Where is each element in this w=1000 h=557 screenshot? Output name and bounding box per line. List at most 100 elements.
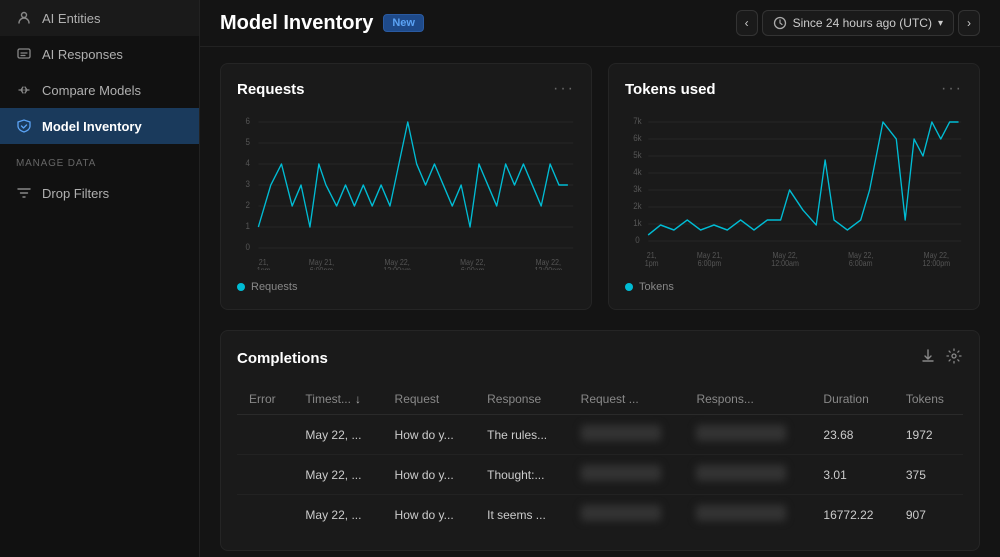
cell-tokens-1: 375: [894, 455, 963, 495]
svg-text:0: 0: [635, 235, 640, 246]
table-row: May 22, ... How do y... The rules... 23.…: [237, 415, 963, 455]
cell-timestamp-1: May 22, ...: [293, 455, 382, 495]
cell-duration-0: 23.68: [811, 415, 893, 455]
sort-arrow-icon: ↓: [355, 392, 361, 406]
sidebar-item-label: Model Inventory: [42, 119, 142, 134]
sidebar-item-label: Drop Filters: [42, 186, 109, 201]
time-selector[interactable]: Since 24 hours ago (UTC) ▾: [762, 10, 954, 36]
cell-response-1: Thought:...: [475, 455, 569, 495]
requests-chart-svg: 6 5 4 3 2 1 0: [237, 110, 575, 270]
new-badge: New: [383, 14, 424, 32]
sidebar-item-label: AI Entities: [42, 11, 101, 26]
sidebar-item-compare-models[interactable]: Compare Models: [0, 72, 199, 108]
svg-text:0: 0: [245, 242, 250, 253]
page-title: Model Inventory: [220, 12, 373, 35]
svg-text:7k: 7k: [633, 116, 642, 127]
tokens-chart-svg: 7k 6k 5k 4k 3k 2k 1k 0: [625, 110, 963, 270]
tokens-chart-title: Tokens used: [625, 81, 716, 98]
requests-chart-legend: Requests: [237, 281, 575, 293]
tokens-chart-menu[interactable]: ···: [941, 80, 963, 98]
cell-response-0: The rules...: [475, 415, 569, 455]
content-area: Requests ··· 6 5 4 3 2 1 0: [200, 47, 1000, 557]
cell-tokens-0: 1972: [894, 415, 963, 455]
svg-text:12:00am: 12:00am: [383, 266, 411, 270]
requests-legend-label: Requests: [251, 281, 297, 293]
cell-response-2: It seems ...: [475, 495, 569, 535]
manage-data-section-label: MANAGE DATA: [0, 144, 199, 175]
cell-error-1: [237, 455, 293, 495]
header-right: ‹ Since 24 hours ago (UTC) ▾ ›: [736, 10, 980, 36]
cell-timestamp-2: May 22, ...: [293, 495, 382, 535]
tokens-chart-legend: Tokens: [625, 281, 963, 293]
cell-request-2: How do y...: [383, 495, 476, 535]
cell-request-0: How do y...: [383, 415, 476, 455]
completions-title: Completions: [237, 350, 328, 367]
cell-duration-1: 3.01: [811, 455, 893, 495]
svg-text:6k: 6k: [633, 133, 642, 144]
svg-text:12:00pm: 12:00pm: [534, 266, 562, 270]
cell-response-col-2: [684, 495, 811, 535]
completions-section: Completions: [220, 330, 980, 551]
table-header: Error Timest...↓ Request Response Reques…: [237, 384, 963, 415]
col-header-tokens: Tokens: [894, 384, 963, 415]
svg-text:12:00pm: 12:00pm: [922, 259, 950, 269]
settings-icon[interactable]: [945, 347, 963, 370]
entity-icon: [16, 10, 32, 26]
download-icon[interactable]: [919, 347, 937, 370]
time-caret-icon: ▾: [938, 18, 943, 29]
cell-request-col-1: [569, 455, 685, 495]
table-body: May 22, ... How do y... The rules... 23.…: [237, 415, 963, 535]
sidebar-item-ai-responses[interactable]: AI Responses: [0, 36, 199, 72]
response-icon: [16, 46, 32, 62]
main-content: Model Inventory New ‹ Since 24 hours ago…: [200, 0, 1000, 557]
table-row: May 22, ... How do y... It seems ... 167…: [237, 495, 963, 535]
sidebar-item-label: AI Responses: [42, 47, 123, 62]
svg-text:2: 2: [245, 200, 250, 211]
compare-icon: [16, 82, 32, 98]
svg-text:3: 3: [245, 179, 250, 190]
svg-text:6:00pm: 6:00pm: [698, 259, 722, 269]
cell-request-col-0: [569, 415, 685, 455]
cell-error-0: [237, 415, 293, 455]
clock-icon: [773, 16, 787, 30]
svg-text:5: 5: [245, 137, 250, 148]
cell-timestamp-0: May 22, ...: [293, 415, 382, 455]
requests-chart-menu[interactable]: ···: [553, 80, 575, 98]
cell-tokens-2: 907: [894, 495, 963, 535]
page-header: Model Inventory New ‹ Since 24 hours ago…: [200, 0, 1000, 47]
completions-header: Completions: [237, 347, 963, 370]
svg-text:12:00am: 12:00am: [771, 259, 799, 269]
svg-text:6: 6: [245, 116, 250, 127]
cell-request-1: How do y...: [383, 455, 476, 495]
sidebar-item-model-inventory[interactable]: Model Inventory: [0, 108, 199, 144]
col-header-response: Response: [475, 384, 569, 415]
header-left: Model Inventory New: [220, 12, 424, 35]
requests-chart-card: Requests ··· 6 5 4 3 2 1 0: [220, 63, 592, 310]
col-header-timestamp[interactable]: Timest...↓: [293, 384, 382, 415]
svg-text:4: 4: [245, 158, 250, 169]
requests-chart-title: Requests: [237, 81, 305, 98]
sidebar-item-drop-filters[interactable]: Drop Filters: [0, 175, 199, 211]
svg-text:6:00am: 6:00am: [849, 259, 873, 269]
time-nav-right-button[interactable]: ›: [958, 10, 980, 36]
svg-text:6:00am: 6:00am: [461, 266, 485, 270]
sidebar: AI Entities AI Responses Compare Models …: [0, 0, 200, 557]
col-header-error: Error: [237, 384, 293, 415]
col-header-duration: Duration: [811, 384, 893, 415]
col-header-response-col: Respons...: [684, 384, 811, 415]
svg-text:1: 1: [245, 221, 250, 232]
tokens-legend-label: Tokens: [639, 281, 674, 293]
inventory-icon: [16, 118, 32, 134]
table-row: May 22, ... How do y... Thought:... 3.01…: [237, 455, 963, 495]
requests-legend-dot: [237, 283, 245, 291]
completions-table-wrapper: Error Timest...↓ Request Response Reques…: [237, 384, 963, 534]
completions-table: Error Timest...↓ Request Response Reques…: [237, 384, 963, 534]
svg-text:4k: 4k: [633, 167, 642, 178]
sidebar-item-label: Compare Models: [42, 83, 141, 98]
tokens-chart-card: Tokens used ··· 7k 6k 5k 4k 3k 2k 1k 0: [608, 63, 980, 310]
svg-text:6:00pm: 6:00pm: [310, 266, 334, 270]
col-header-request: Request: [383, 384, 476, 415]
sidebar-item-ai-entities[interactable]: AI Entities: [0, 0, 199, 36]
time-nav-left-button[interactable]: ‹: [736, 10, 758, 36]
time-label: Since 24 hours ago (UTC): [793, 16, 932, 30]
